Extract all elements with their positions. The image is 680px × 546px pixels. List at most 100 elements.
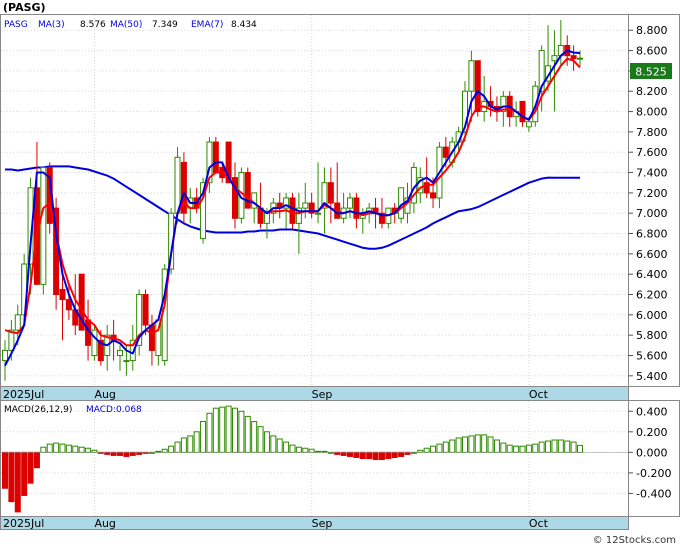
macd-tick-label: -0.200 <box>636 467 671 480</box>
macd-bar <box>417 449 424 453</box>
macd-bar <box>33 451 40 469</box>
macd-bar <box>449 439 456 453</box>
macd-bar <box>532 443 539 453</box>
macd-bar <box>372 451 379 461</box>
macd-bar <box>551 439 558 453</box>
price-tick-label: 8.800 <box>636 24 668 37</box>
macd-bar <box>302 447 309 453</box>
macd-bar <box>91 449 98 453</box>
macd-bar <box>474 434 481 453</box>
macd-bar <box>78 446 85 453</box>
price-tick-label: 7.200 <box>636 187 668 200</box>
macd-bar <box>513 445 520 453</box>
macd-bar <box>283 441 290 453</box>
price-tick-label: 8.200 <box>636 85 668 98</box>
price-tick-label: 6.400 <box>636 268 668 281</box>
macd-bar <box>110 451 117 456</box>
macd-bar <box>40 446 47 453</box>
candle-body-down <box>59 288 66 301</box>
macd-bar <box>404 451 411 455</box>
macd-bar <box>117 451 123 456</box>
price-date-label: Oct <box>529 388 549 401</box>
macd-tick-label: 0.400 <box>636 405 668 418</box>
macd-date-label: Oct <box>529 517 549 530</box>
macd-bar <box>462 436 468 453</box>
watermark: © 12Stocks.com <box>593 535 676 546</box>
macd-bar <box>366 451 373 460</box>
candle-body-down <box>327 182 334 204</box>
price-tick-label: 5.400 <box>636 370 668 383</box>
candle-body-up <box>302 202 309 209</box>
macd-bar <box>219 406 226 453</box>
candle-body-up <box>263 212 270 224</box>
macd-label: MACD(26,12,9) <box>4 405 72 415</box>
price-tick-label: 6.000 <box>636 309 668 322</box>
macd-bar <box>187 435 194 453</box>
candle-body-up <box>315 212 322 215</box>
macd-bar <box>525 444 532 453</box>
price-tick-label: 7.400 <box>636 167 668 180</box>
candle-body-down <box>148 324 155 351</box>
price-date-label: Aug <box>94 388 115 401</box>
macd-bar <box>193 431 200 453</box>
candle <box>91 325 98 361</box>
macd-bar <box>225 405 232 453</box>
price-tick-label: 6.600 <box>636 248 668 261</box>
macd-bar <box>436 443 443 453</box>
candle <box>289 192 296 229</box>
price-tick-label: 7.600 <box>636 146 668 159</box>
candle-body-up <box>40 166 47 285</box>
legend-ma50-value: 7.349 <box>152 20 178 30</box>
macd-bar <box>442 441 449 453</box>
legend-ma50-label: MA(50) <box>110 20 142 30</box>
macd-bar <box>391 451 398 458</box>
price-tick-label: 8.000 <box>636 106 668 119</box>
candle-body-down <box>142 294 149 326</box>
price-tick-label: 5.800 <box>636 329 668 342</box>
macd-bar <box>129 451 136 456</box>
candle <box>40 166 47 295</box>
macd-date-label: Sep <box>312 517 333 530</box>
legend-ma3-label: MA(3) <box>38 20 65 30</box>
macd-bar <box>59 443 66 453</box>
macd-bar <box>378 451 385 461</box>
macd-bar <box>570 441 577 453</box>
macd-bar <box>468 435 475 453</box>
macd-bar <box>289 444 296 453</box>
macd-bar <box>21 451 28 496</box>
macd-bar <box>564 440 571 453</box>
legend-ema7-value: 8.434 <box>231 20 257 30</box>
macd-bar <box>72 445 79 453</box>
macd-bar <box>334 451 341 455</box>
macd-bar <box>46 443 53 453</box>
candle-body-up <box>347 197 353 209</box>
macd-bar <box>263 431 270 453</box>
candle-body-up <box>14 314 21 331</box>
candle-body-up <box>577 57 583 60</box>
legend-ema7-label: EMA(7) <box>191 20 223 30</box>
price-date-label: Sep <box>312 388 333 401</box>
candle-body-up <box>525 121 532 128</box>
stock-chart: 8.8008.6008.4008.2008.0007.8007.6007.400… <box>0 1 680 546</box>
macd-bar <box>353 451 360 458</box>
candle-body-up <box>123 360 130 363</box>
candle-body-down <box>474 60 481 113</box>
macd-bar <box>53 442 60 453</box>
macd-bar <box>385 451 392 460</box>
macd-bar <box>8 451 15 503</box>
candle-body-down <box>244 172 251 209</box>
macd-bar <box>206 412 213 453</box>
macd-bar <box>398 451 405 457</box>
macd-bar <box>359 451 366 460</box>
candle-body-up <box>2 349 8 362</box>
candle-body-down <box>289 197 296 224</box>
candle <box>212 136 219 174</box>
candle-body-down <box>570 55 577 60</box>
chart-title: (PASG) <box>3 1 46 14</box>
macd-bar <box>212 407 219 453</box>
macd-bar <box>493 439 500 453</box>
macd-bar <box>538 441 545 453</box>
macd-bar <box>244 415 251 453</box>
macd-bar <box>174 441 181 453</box>
macd-bar <box>168 445 175 453</box>
